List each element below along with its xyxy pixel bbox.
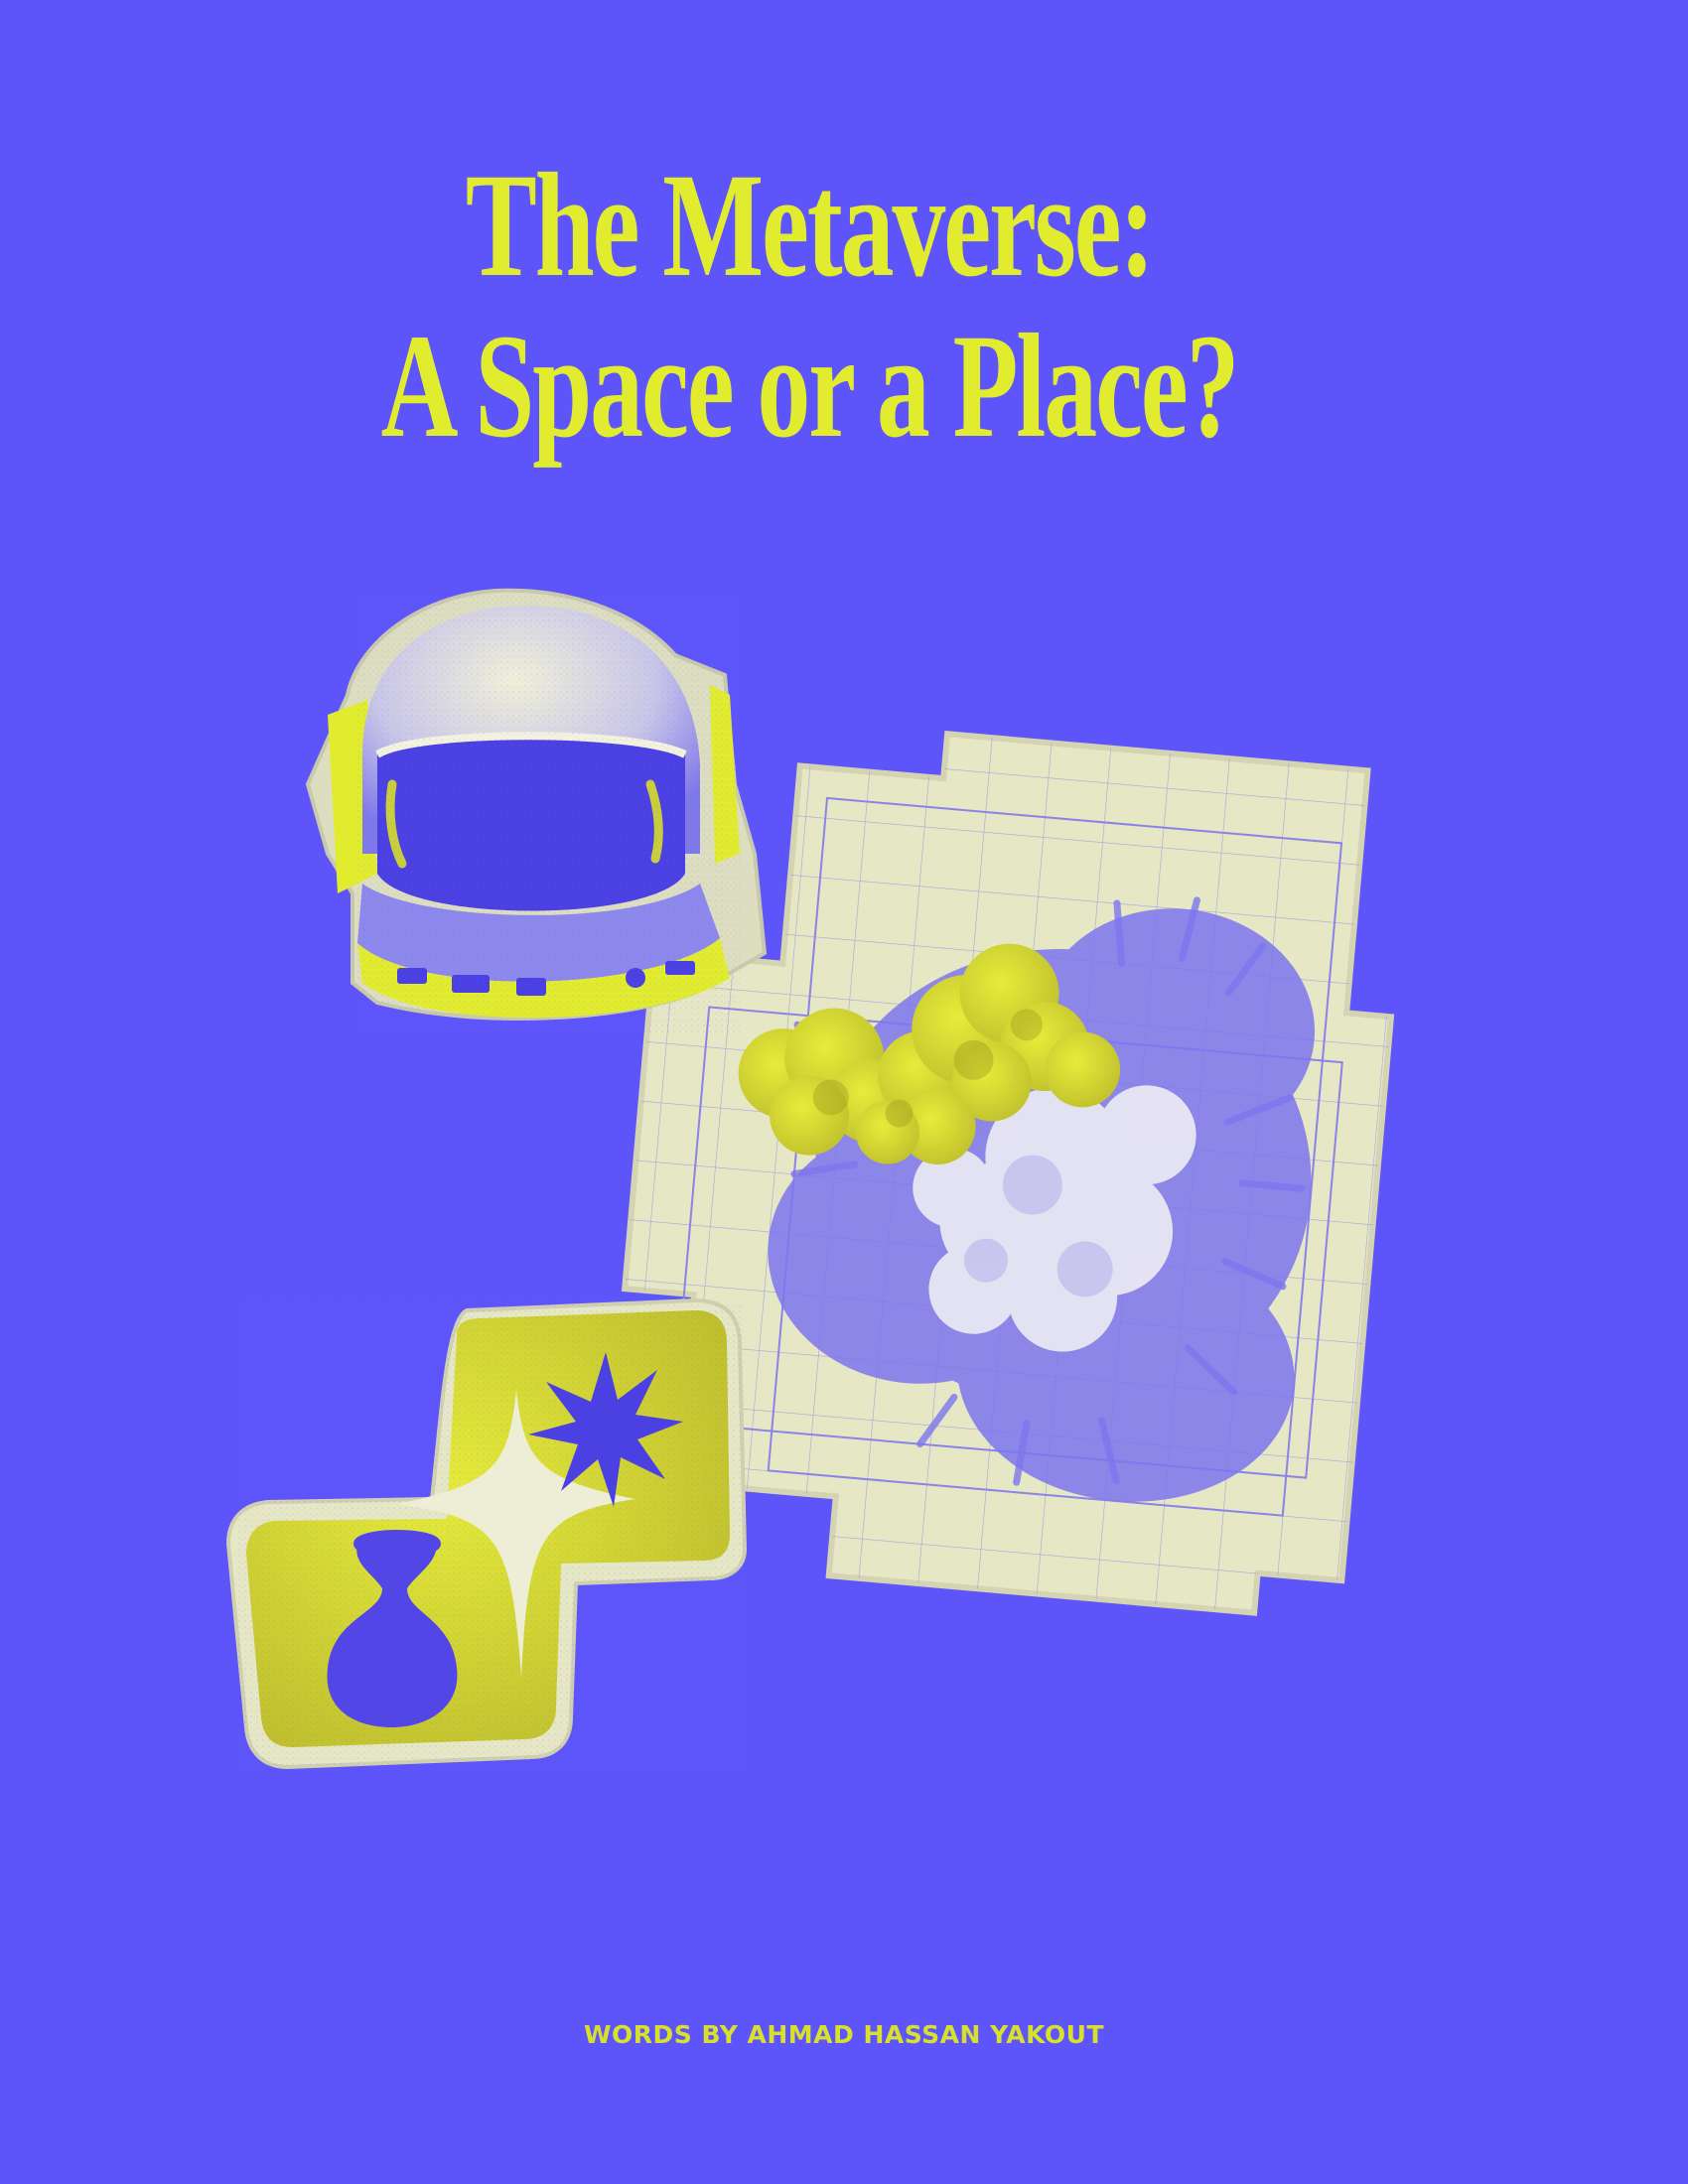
magazine-page: The Metaverse: A Space or a Place? WORDS… — [0, 0, 1688, 2184]
illustration — [225, 588, 1395, 1770]
sparkle-vase-icon — [225, 1297, 748, 1770]
author-byline: WORDS BY AHMAD HASSAN YAKOUT — [583, 2020, 1105, 2049]
astronaut-helmet-icon — [305, 588, 768, 1032]
